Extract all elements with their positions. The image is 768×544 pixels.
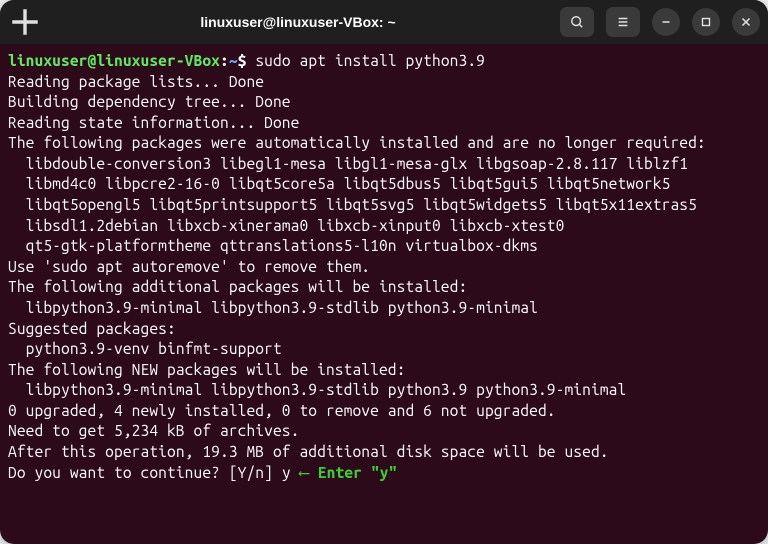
- prompt-path: ~: [229, 51, 238, 69]
- minimize-button[interactable]: [652, 8, 680, 36]
- output-line: Reading package lists... Done: [8, 72, 264, 90]
- new-tab-button[interactable]: [8, 7, 42, 37]
- output-line: Building dependency tree... Done: [8, 92, 291, 110]
- user-input: y: [282, 463, 291, 481]
- output-line: libsdl1.2debian libxcb-xinerama0 libxcb-…: [8, 216, 564, 234]
- output-line: After this operation, 19.3 MB of additio…: [8, 442, 609, 460]
- output-line: Suggested packages:: [8, 319, 176, 337]
- output-line: Reading state information... Done: [8, 113, 299, 131]
- annotation-text: Enter "y": [309, 463, 397, 481]
- menu-button[interactable]: [606, 7, 640, 37]
- output-line: 0 upgraded, 4 newly installed, 0 to remo…: [8, 401, 556, 419]
- continue-prompt: Do you want to continue? [Y/n]: [8, 463, 282, 481]
- output-line: libpython3.9-minimal libpython3.9-stdlib…: [8, 380, 626, 398]
- prompt-dollar: $: [238, 51, 256, 69]
- terminal-window: linuxuser@linuxuser-VBox: ~ linuxuser@li…: [0, 0, 768, 544]
- command-text: sudo apt install python3.9: [255, 51, 485, 69]
- output-line: qt5-gtk-platformtheme qttranslations5-l1…: [8, 236, 538, 254]
- output-line: Need to get 5,234 kB of archives.: [8, 421, 299, 439]
- maximize-button[interactable]: [692, 8, 720, 36]
- titlebar: linuxuser@linuxuser-VBox: ~: [0, 0, 768, 44]
- prompt-colon: :: [220, 51, 229, 69]
- output-line: libqt5opengl5 libqt5printsupport5 libqt5…: [8, 195, 697, 213]
- output-line: The following packages were automaticall…: [8, 133, 706, 151]
- output-line: libpython3.9-minimal libpython3.9-stdlib…: [8, 298, 538, 316]
- terminal-body[interactable]: linuxuser@linuxuser-VBox:~$ sudo apt ins…: [0, 44, 768, 544]
- search-button[interactable]: [560, 7, 594, 37]
- prompt-user-host: linuxuser@linuxuser-VBox: [8, 51, 220, 69]
- close-button[interactable]: [732, 8, 760, 36]
- output-line: libmd4c0 libpcre2-16-0 libqt5core5a libq…: [8, 174, 670, 192]
- output-line: The following additional packages will b…: [8, 277, 467, 295]
- output-line: libdouble-conversion3 libegl1-mesa libgl…: [8, 154, 688, 172]
- output-line: Use 'sudo apt autoremove' to remove them…: [8, 257, 370, 275]
- arrow-icon: ⟵: [300, 463, 310, 481]
- output-line: python3.9-venv binfmt-support: [8, 339, 282, 357]
- output-line: The following NEW packages will be insta…: [8, 360, 405, 378]
- window-title: linuxuser@linuxuser-VBox: ~: [48, 14, 548, 30]
